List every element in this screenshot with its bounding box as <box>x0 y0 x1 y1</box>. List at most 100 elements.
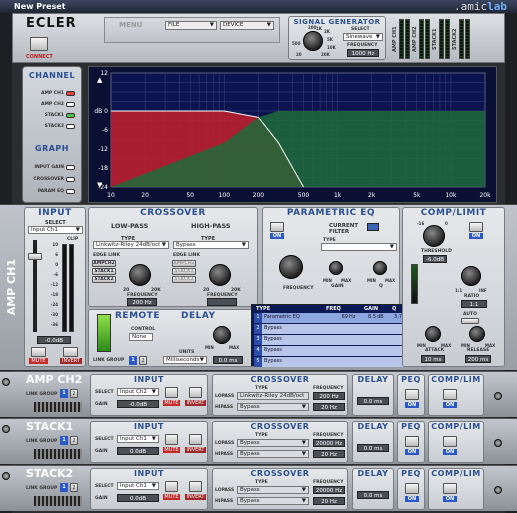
strip-highpass-type[interactable]: Bypass ▼ <box>237 497 309 505</box>
strip-input-select[interactable]: Input Ch2 ▼ <box>117 388 159 396</box>
link-group-2-button[interactable]: 2 <box>139 356 147 365</box>
graph-led[interactable] <box>66 164 75 170</box>
vu-bar <box>439 19 444 59</box>
remote-control-select[interactable]: None▼ <box>129 333 153 341</box>
highpass-frequency-knob[interactable] <box>209 264 231 286</box>
waveform-select[interactable]: Sinewave ▼ <box>343 33 383 41</box>
channel-item[interactable]: STACK1 <box>23 110 81 121</box>
strip-mute-button[interactable] <box>165 481 178 492</box>
x-tick-label: 50 <box>186 192 194 199</box>
channel-item[interactable]: AMP CH1 <box>23 88 81 99</box>
chevron-down-icon: ▼ <box>151 483 156 489</box>
file-menu[interactable]: FILE ▼ <box>165 21 217 30</box>
peq-table-row[interactable]: 3 Bypass <box>254 335 408 345</box>
link-group-2-button[interactable]: 2 <box>70 436 78 445</box>
graph-item[interactable]: PARAM EQ <box>23 185 81 197</box>
signal-frequency-knob[interactable] <box>303 31 323 51</box>
edge-link-button[interactable]: AMPCH2 <box>92 260 116 267</box>
peq-type-select[interactable]: ▼ <box>321 243 397 251</box>
peq-table-row[interactable]: 2 Bypass <box>254 324 408 334</box>
peq-table-row[interactable]: 5 Bypass <box>254 357 408 367</box>
connect-button[interactable] <box>30 37 48 51</box>
input-select[interactable]: Input Ch1 ▼ <box>28 226 83 234</box>
highpass-type-select[interactable]: Bypass ▼ <box>173 241 249 249</box>
graph-item[interactable]: CROSSOVER <box>23 173 81 185</box>
strip-invert-button[interactable] <box>189 481 202 492</box>
strip-peq-button[interactable] <box>405 436 419 447</box>
peq-gain-knob[interactable] <box>329 261 343 275</box>
strip-mute-button[interactable] <box>165 434 178 445</box>
attack-knob[interactable] <box>425 326 441 342</box>
chevron-down-icon: ▼ <box>301 498 306 504</box>
strip-input-panel: INPUT SELECT Input Ch1 ▼ GAIN 0.0dB MUTE INVERT <box>90 468 208 510</box>
comp-on-button[interactable] <box>469 222 483 232</box>
ratio-knob[interactable] <box>461 266 481 286</box>
strip-highpass-type[interactable]: Bypass ▼ <box>237 403 309 411</box>
strip-level-meter <box>34 449 82 459</box>
strip-highpass-type[interactable]: Bypass ▼ <box>237 450 309 458</box>
gain-reduction-meter <box>411 264 418 304</box>
edge-link-button[interactable]: STACK1 <box>92 268 116 275</box>
highpass-frequency-value <box>207 298 237 306</box>
channel-led[interactable] <box>66 124 75 129</box>
signal-generator-panel: SIGNAL GENERATOR 200 1K 2K 5K 500 10K 20… <box>288 16 386 60</box>
strip-comp-button[interactable] <box>443 389 457 400</box>
channel-led[interactable] <box>66 91 75 96</box>
strip-peq-button[interactable] <box>405 389 419 400</box>
peq-on-button[interactable] <box>270 222 284 232</box>
gain-fader-handle[interactable] <box>28 253 42 260</box>
edge-link-button[interactable]: STACK2 <box>92 276 116 283</box>
strip-input-select[interactable]: Input Ch1 ▼ <box>117 482 159 490</box>
lowpass-type-select[interactable]: Linkwitz-Riley 24dB/oct ▼ <box>93 241 169 249</box>
threshold-knob[interactable] <box>423 225 445 247</box>
graph-item[interactable]: INPUT GAIN <box>23 161 81 173</box>
link-group-1-button[interactable]: 1 <box>129 356 137 365</box>
peq-table-row[interactable]: 4 Bypass <box>254 346 408 356</box>
x-tick-label: 10 <box>107 192 115 199</box>
channel-led[interactable] <box>66 113 75 118</box>
chevron-down-icon: ▼ <box>301 440 306 446</box>
link-group-2-button[interactable]: 2 <box>70 389 78 398</box>
link-group-1-button[interactable]: 1 <box>60 436 68 445</box>
auto-button[interactable] <box>461 318 479 324</box>
edge-link-button[interactable]: STACK2 <box>172 276 196 283</box>
edge-link-button[interactable]: AMPCH2 <box>172 260 196 267</box>
invert-label: INVERT <box>60 358 82 364</box>
strip-gain-value: 0.0dB <box>117 494 159 502</box>
strip-lowpass-type[interactable]: Bypass ▼ <box>237 486 309 494</box>
link-group-1-button[interactable]: 1 <box>60 483 68 492</box>
channel-strip: STACK2 LINK GROUP 1 2 INPUT SELECT Input Ch1 ▼ G… <box>0 465 517 511</box>
chevron-down-icon: ▼ <box>151 389 156 395</box>
strip-mute-button[interactable] <box>165 387 178 398</box>
graph-led[interactable] <box>66 188 75 194</box>
lowpass-frequency-knob[interactable] <box>129 264 151 286</box>
strip-invert-button[interactable] <box>189 434 202 445</box>
channel-led[interactable] <box>66 102 75 107</box>
edge-link-button[interactable]: STACK1 <box>172 268 196 275</box>
strip-comp-button[interactable] <box>443 436 457 447</box>
strip-delay-panel: DELAY 0.0 ms <box>352 468 394 510</box>
strip-lowpass-type[interactable]: Bypass ▼ <box>237 439 309 447</box>
peq-q-knob[interactable] <box>373 261 387 275</box>
link-group-1-button[interactable]: 1 <box>60 389 68 398</box>
device-menu[interactable]: DEVICE ▼ <box>220 21 274 30</box>
strip-peq-button[interactable] <box>405 483 419 494</box>
graph-led[interactable] <box>66 176 75 182</box>
channel-item[interactable]: STACK2 <box>23 121 81 132</box>
release-knob[interactable] <box>469 326 485 342</box>
peq-table-header: GAIN <box>364 306 379 312</box>
strip-invert-button[interactable] <box>189 387 202 398</box>
strip-comp-button[interactable] <box>443 483 457 494</box>
delay-units-select[interactable]: Milliseconds ▼ <box>163 356 207 364</box>
peq-frequency-knob[interactable] <box>279 255 303 279</box>
invert-button[interactable] <box>63 347 78 357</box>
strip-peq-panel: PEQ ON <box>397 468 425 510</box>
link-group-2-button[interactable]: 2 <box>70 483 78 492</box>
delay-knob[interactable] <box>213 326 231 344</box>
strip-lowpass-type[interactable]: Linkwitz-Riley 24dB/oct▼ <box>237 392 309 400</box>
frequency-response-graph[interactable]: 12 dB 0 -6 -12 -18 -24 10 20 50 100 200 500 1k 2k 5k 10… <box>88 66 497 203</box>
strip-input-select[interactable]: Input Ch1 ▼ <box>117 435 159 443</box>
mute-button[interactable] <box>31 347 46 357</box>
peq-table-row[interactable]: 1 Parametric EQ 69 Hz 8.5 dB 3.7 <box>254 313 408 323</box>
channel-item[interactable]: AMP CH2 <box>23 99 81 110</box>
